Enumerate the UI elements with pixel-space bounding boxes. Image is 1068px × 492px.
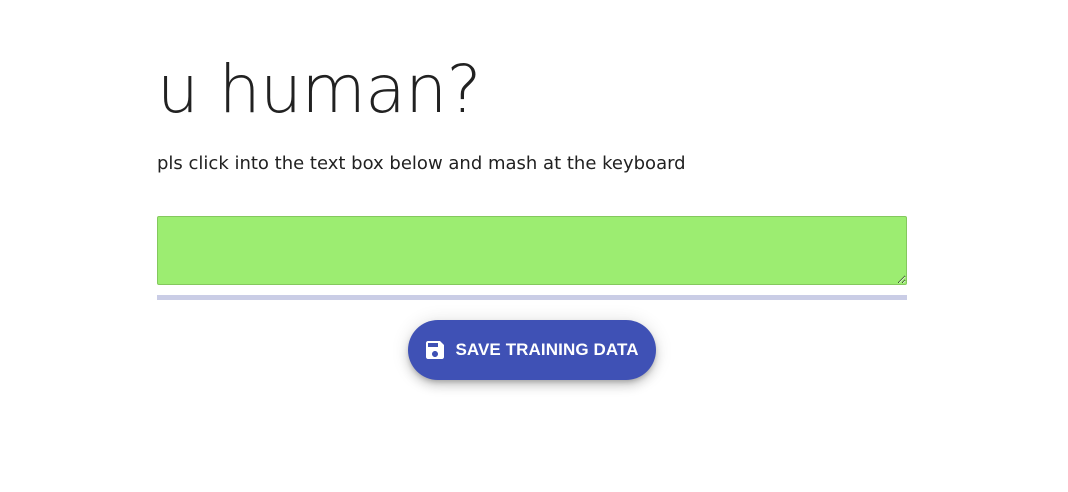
progress-bar — [157, 295, 907, 300]
mash-text-box[interactable] — [157, 216, 907, 285]
page-title: u human? — [157, 51, 482, 128]
page: u human? pls click into the text box bel… — [0, 0, 1068, 492]
floppy-disk-icon — [423, 338, 447, 362]
instructions-text: pls click into the text box below and ma… — [157, 153, 686, 174]
save-training-data-button[interactable]: SAVE TRAINING DATA — [408, 320, 656, 380]
save-button-label: SAVE TRAINING DATA — [455, 340, 639, 359]
